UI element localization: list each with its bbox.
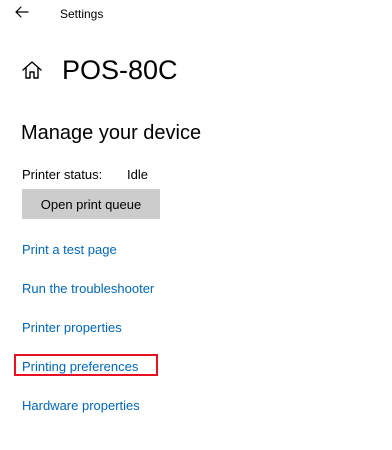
arrow-left-icon: [15, 6, 29, 18]
page-header: POS-80C: [21, 52, 178, 88]
printer-properties-link[interactable]: Printer properties: [22, 319, 122, 336]
page-title: POS-80C: [62, 55, 178, 85]
open-print-queue-button[interactable]: Open print queue: [22, 189, 160, 219]
section-heading: Manage your device: [21, 122, 202, 144]
printer-status-label: Printer status:: [22, 167, 103, 182]
app-title: Settings: [60, 7, 104, 21]
home-icon: [22, 61, 42, 79]
printing-preferences-link[interactable]: Printing preferences: [22, 358, 138, 375]
run-troubleshooter-link[interactable]: Run the troubleshooter: [22, 280, 154, 297]
settings-window: Settings POS-80C Manage your device Prin…: [0, 0, 392, 450]
printer-status-row: Printer status: Idle: [22, 166, 148, 183]
printer-status-value: Idle: [127, 167, 148, 182]
title-bar: Settings: [0, 0, 392, 30]
hardware-properties-link[interactable]: Hardware properties: [22, 397, 140, 414]
print-test-page-link[interactable]: Print a test page: [22, 241, 117, 258]
back-button[interactable]: [13, 3, 31, 21]
